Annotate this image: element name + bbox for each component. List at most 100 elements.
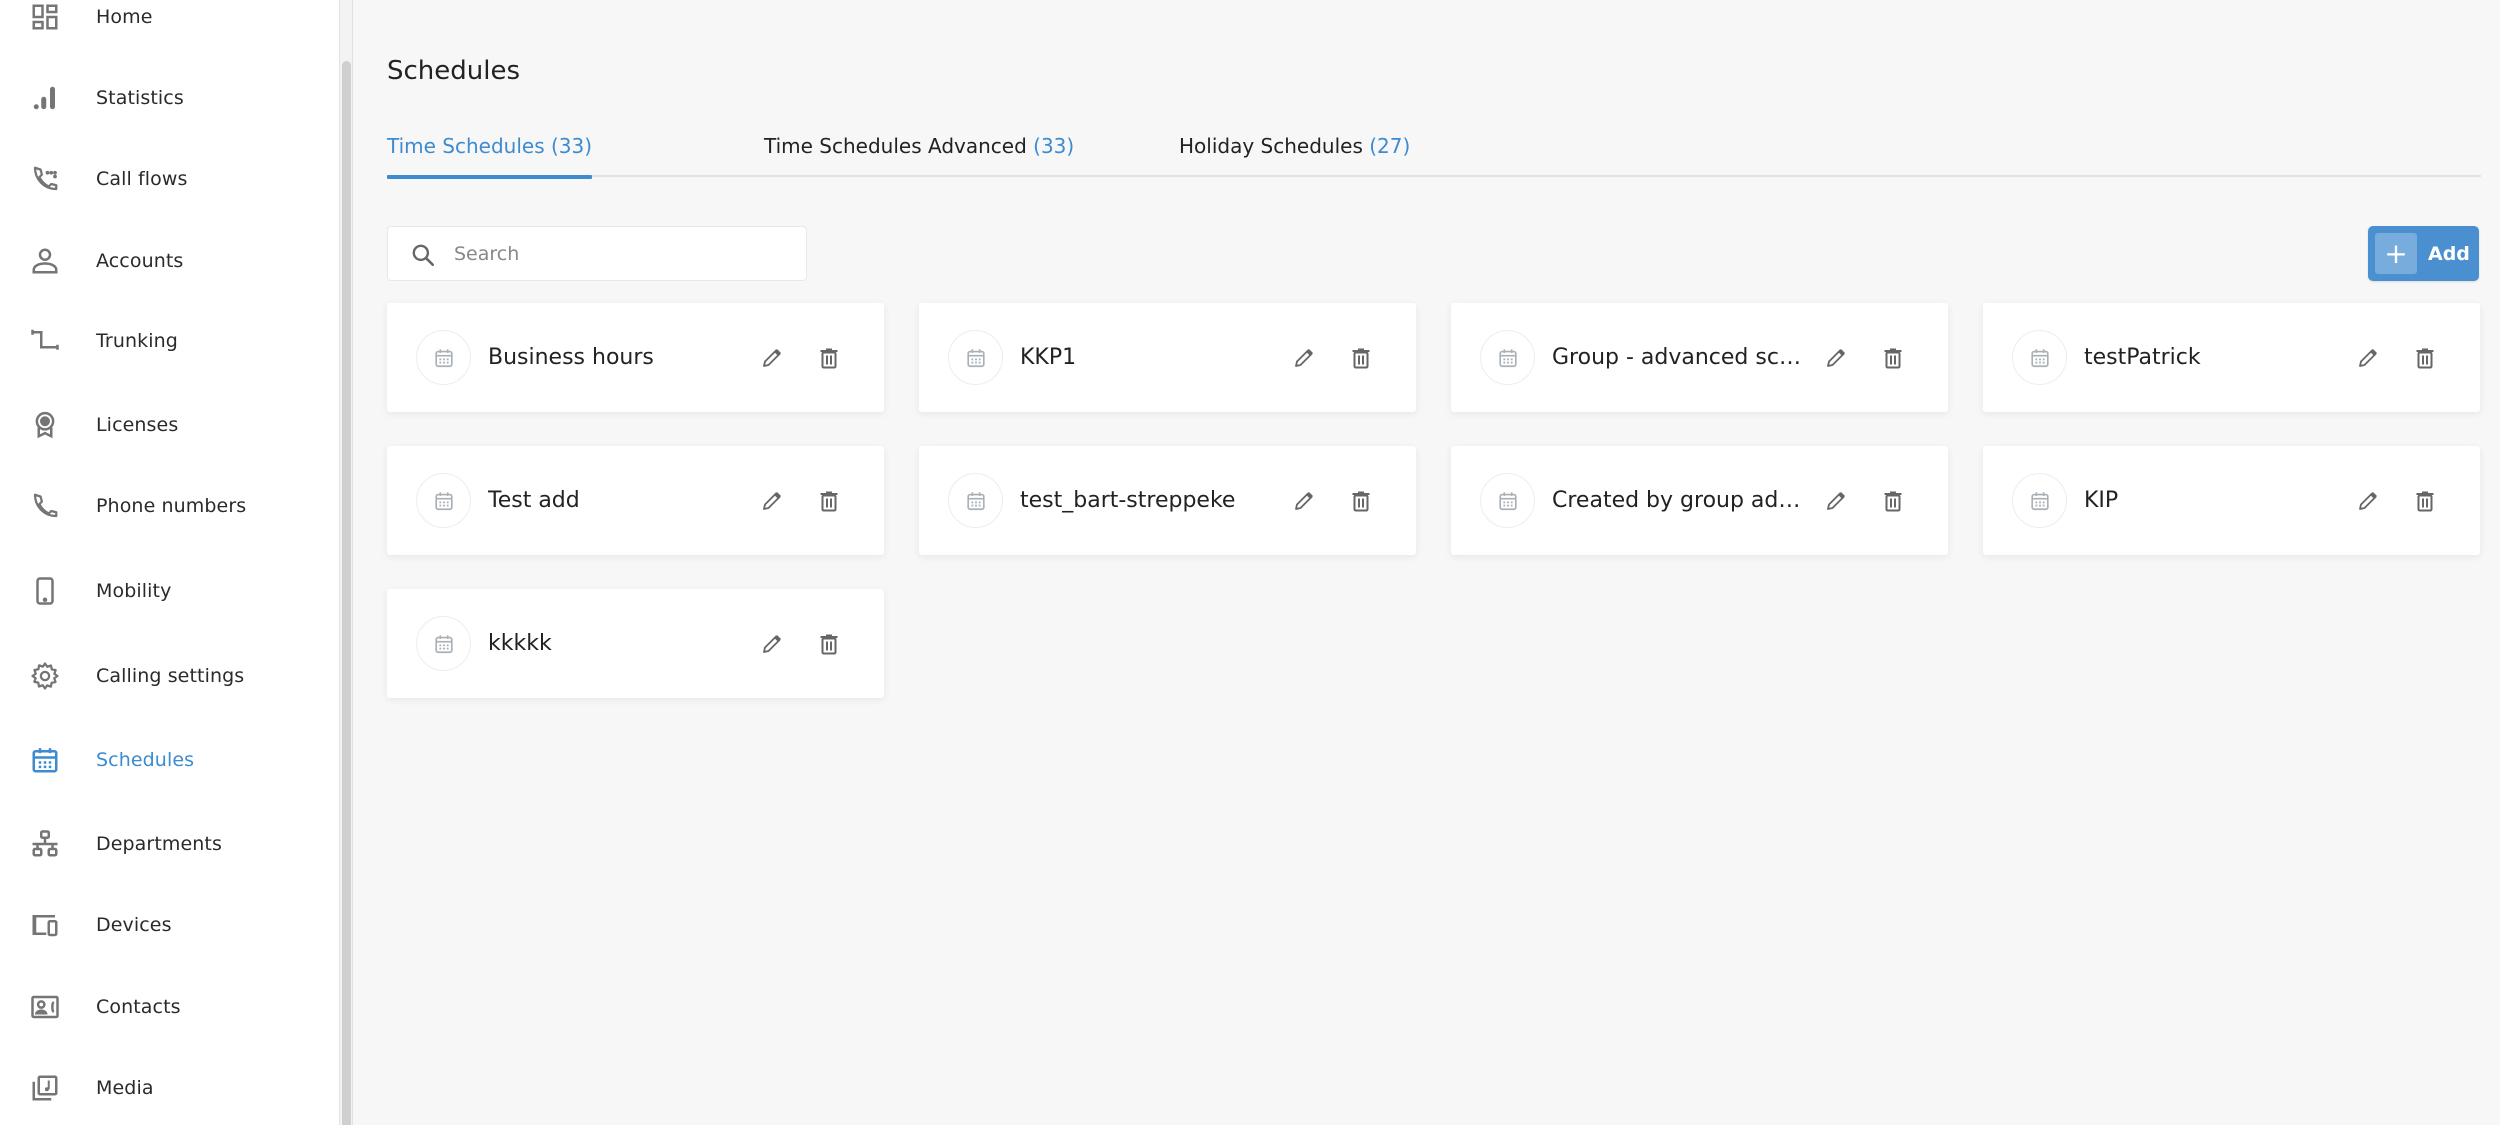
calendar-icon [1480, 330, 1535, 385]
trash-icon [1352, 348, 1370, 369]
edit-button[interactable] [1289, 343, 1319, 373]
tab-count: (27) [1369, 134, 1411, 158]
edit-button[interactable] [2353, 343, 2383, 373]
sidebar-item-media[interactable]: Media [0, 1058, 339, 1118]
sidebar-item-label: Call flows [96, 168, 188, 190]
schedule-card[interactable]: Test add [387, 446, 884, 555]
sidebar-item-statistics[interactable]: Statistics [0, 68, 339, 128]
main-content: Schedules Time Schedules (33) Time Sched… [353, 0, 2500, 1125]
sidebar-item-label: Devices [96, 914, 172, 936]
schedule-card[interactable]: Created by group admin [1451, 446, 1948, 555]
sidebar-item-label: Media [96, 1077, 154, 1099]
search-icon [412, 244, 435, 267]
person-icon [28, 244, 62, 278]
delete-button[interactable] [1346, 486, 1376, 516]
license-badge-icon [28, 408, 62, 442]
sidebar-item-accounts[interactable]: Accounts [0, 231, 339, 291]
pencil-icon [763, 349, 781, 367]
plus-icon: + [2375, 233, 2417, 274]
sidebar-scrollbar-thumb[interactable] [342, 61, 351, 1125]
page-title: Schedules [387, 56, 521, 86]
sidebar-item-label: Contacts [96, 996, 181, 1018]
calendar-icon [2012, 473, 2067, 528]
sidebar-item-licenses[interactable]: Licenses [0, 395, 339, 455]
delete-button[interactable] [2410, 486, 2440, 516]
schedule-tabs: Time Schedules (33) Time Schedules Advan… [387, 128, 2481, 179]
pencil-icon [1827, 349, 1845, 367]
tab-time-schedules[interactable]: Time Schedules (33) [387, 134, 593, 179]
trash-icon [1884, 348, 1902, 369]
media-library-icon [28, 1071, 62, 1105]
sidebar-item-mobility[interactable]: Mobility [0, 561, 339, 621]
sidebar-item-label: Phone numbers [96, 495, 247, 517]
schedule-name: Test add [488, 488, 580, 513]
trash-icon [2416, 348, 2434, 369]
calendar-icon [948, 330, 1003, 385]
tab-label: Holiday Schedules [1179, 134, 1363, 158]
schedule-card[interactable]: Business hours [387, 303, 884, 412]
pencil-icon [2359, 349, 2377, 367]
sidebar-item-call-flows[interactable]: Call flows [0, 149, 339, 209]
edit-button[interactable] [1289, 486, 1319, 516]
org-tree-icon [28, 827, 62, 861]
sidebar-item-devices[interactable]: Devices [0, 895, 339, 955]
sidebar-item-contacts[interactable]: Contacts [0, 977, 339, 1037]
pencil-icon [1827, 492, 1845, 510]
bar-chart-icon [28, 81, 62, 115]
sidebar-item-phone-numbers[interactable]: Phone numbers [0, 476, 339, 536]
contact-card-icon [28, 990, 62, 1024]
schedule-card[interactable]: kkkkk [387, 589, 884, 698]
delete-button[interactable] [2410, 343, 2440, 373]
schedule-name: test_bart-streppeke [1020, 488, 1236, 513]
tab-holiday-schedules[interactable]: Holiday Schedules (27) [1179, 134, 1410, 177]
phone-icon [28, 489, 62, 523]
sidebar-item-label: Trunking [96, 330, 178, 352]
sidebar-item-label: Home [96, 6, 153, 28]
sidebar-item-home[interactable]: Home [0, 0, 339, 47]
schedule-name: testPatrick [2084, 345, 2201, 370]
trash-icon [2416, 491, 2434, 512]
sidebar-scrollbar[interactable] [339, 0, 353, 1125]
edit-button[interactable] [1821, 486, 1851, 516]
delete-button[interactable] [814, 629, 844, 659]
schedule-card[interactable]: KKP1 [919, 303, 1416, 412]
sidebar-item-label: Statistics [96, 87, 184, 109]
sidebar-item-label: Licenses [96, 414, 179, 436]
pencil-icon [2359, 492, 2377, 510]
edit-button[interactable] [757, 486, 787, 516]
tab-time-schedules-advanced[interactable]: Time Schedules Advanced (33) [764, 134, 1074, 177]
delete-button[interactable] [1346, 343, 1376, 373]
pencil-icon [763, 492, 781, 510]
edit-button[interactable] [757, 343, 787, 373]
sidebar-item-calling-settings[interactable]: Calling settings [0, 646, 339, 706]
calendar-icon [948, 473, 1003, 528]
add-schedule-button[interactable]: + Add [2368, 226, 2479, 281]
tab-count: (33) [551, 134, 593, 158]
calendar-icon [416, 616, 471, 671]
schedule-card[interactable]: KIP [1983, 446, 2480, 555]
edit-button[interactable] [757, 629, 787, 659]
schedule-name: KKP1 [1020, 345, 1077, 370]
schedule-name: Group - advanced schedule [1552, 345, 1807, 370]
search-input[interactable] [454, 227, 794, 280]
sidebar-item-trunking[interactable]: Trunking [0, 311, 339, 371]
schedule-card[interactable]: testPatrick [1983, 303, 2480, 412]
schedule-card[interactable]: test_bart-streppeke [919, 446, 1416, 555]
calendar-icon [416, 330, 471, 385]
sidebar-item-label: Schedules [96, 749, 195, 771]
sidebar-item-label: Departments [96, 833, 222, 855]
trash-icon [1352, 491, 1370, 512]
devices-icon [28, 908, 62, 942]
sidebar-item-schedules[interactable]: Schedules [0, 730, 339, 790]
mobile-phone-icon [28, 574, 62, 608]
delete-button[interactable] [1878, 343, 1908, 373]
delete-button[interactable] [814, 486, 844, 516]
trash-icon [1884, 491, 1902, 512]
edit-button[interactable] [2353, 486, 2383, 516]
schedule-card[interactable]: Group - advanced schedule [1451, 303, 1948, 412]
dashboard-icon [28, 0, 62, 34]
delete-button[interactable] [1878, 486, 1908, 516]
delete-button[interactable] [814, 343, 844, 373]
sidebar-item-departments[interactable]: Departments [0, 814, 339, 874]
edit-button[interactable] [1821, 343, 1851, 373]
